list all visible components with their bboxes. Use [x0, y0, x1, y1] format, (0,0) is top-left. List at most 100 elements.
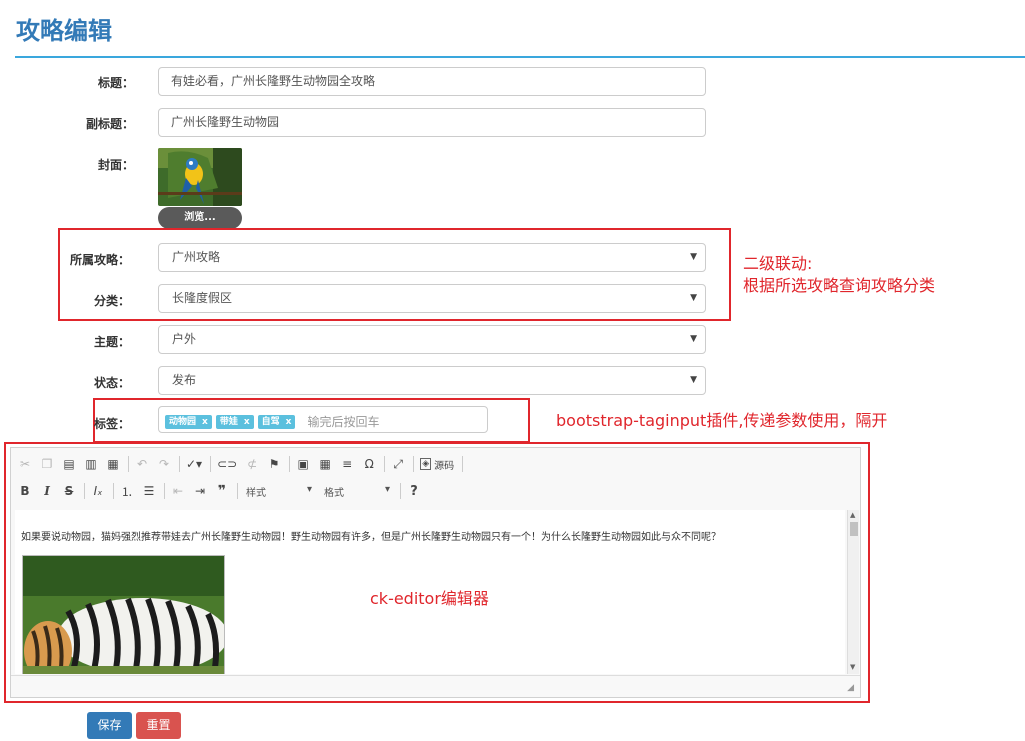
scroll-up-icon[interactable]: ▲ — [850, 511, 855, 519]
theme-select-value: 户外 — [172, 332, 197, 346]
ckeditor-annotation: ck-editor编辑器 — [370, 589, 489, 608]
toolbar-separator — [113, 483, 114, 499]
cut-icon[interactable]: ✂ — [16, 454, 34, 474]
help-icon[interactable]: ? — [405, 481, 423, 501]
format-combo[interactable]: 格式 ▾ — [320, 484, 394, 499]
toolbar-separator — [289, 456, 291, 472]
editor-scrollbar[interactable]: ▲ ▼ — [847, 510, 859, 674]
caret-down-icon: ▼ — [690, 252, 697, 262]
toolbar-separator — [128, 456, 129, 472]
undo-icon[interactable]: ↶ — [133, 454, 151, 474]
source-button[interactable]: ◈ 源码 — [418, 454, 456, 474]
link-icon[interactable]: ⊂⊃ — [215, 454, 239, 474]
caret-down-icon: ▼ — [690, 293, 697, 303]
scroll-down-icon[interactable]: ▼ — [850, 663, 855, 671]
cascade-annotation-line1: 二级联动: — [743, 254, 813, 273]
subtitle-label: 副标题： — [85, 117, 134, 131]
cover-label: 封面： — [97, 158, 134, 172]
tag-chip: 带娃 x — [215, 414, 254, 429]
zebra-image — [22, 555, 225, 674]
editor-status-bar: ◢ — [11, 675, 860, 697]
unlink-icon[interactable]: ⊄ — [243, 454, 261, 474]
editor-paragraph: 如果要说动物园，猫妈强烈推荐带娃去广州长隆野生动物园！野生动物园有许多，但是广州… — [21, 532, 721, 543]
scrollbar-thumb[interactable] — [850, 522, 858, 536]
toolbar-separator — [179, 456, 180, 472]
tag-chip: 动物园 x — [165, 414, 212, 429]
caret-down-icon: ▼ — [690, 334, 697, 344]
redo-icon[interactable]: ↷ — [155, 454, 173, 474]
guide-select-value: 广州攻略 — [172, 250, 221, 264]
image-icon[interactable]: ▣ — [294, 454, 312, 474]
reset-button[interactable]: 重置 — [136, 712, 181, 739]
tag-chip: 自驾 x — [257, 414, 296, 429]
cascade-annotation-line2: 根据所选攻略查询攻略分类 — [743, 276, 936, 295]
category-select[interactable]: 长隆度假区 ▼ — [158, 284, 706, 313]
special-char-icon[interactable]: Ω — [360, 454, 378, 474]
blockquote-icon[interactable]: ❞ — [213, 481, 231, 501]
paste-word-icon[interactable]: ▦ — [104, 454, 122, 474]
editor-toolbar-row-2: B I S Iₓ ⒈ ☰ ⇤ ⇥ ❞ 样式 ▾ 格式 ▾ ? — [16, 480, 427, 502]
maximize-icon[interactable]: ⤢ — [389, 454, 407, 474]
title-input[interactable]: 有娃必看，广州长隆野生动物园全攻略 — [158, 67, 706, 96]
chevron-down-icon: ▾ — [384, 483, 390, 495]
toolbar-separator — [384, 456, 386, 472]
taginput-annotation: bootstrap-taginput插件,传递参数使用，隔开 — [556, 411, 888, 430]
paste-icon[interactable]: ▤ — [60, 454, 78, 474]
toolbar-separator — [400, 483, 401, 499]
toolbar-separator — [210, 456, 212, 472]
anchor-flag-icon[interactable]: ⚑ — [265, 454, 283, 474]
paste-text-icon[interactable]: ▥ — [82, 454, 100, 474]
category-label: 分类： — [93, 294, 130, 308]
guide-label: 所属攻略： — [69, 253, 130, 267]
browse-button[interactable]: 浏览... — [158, 207, 242, 229]
toolbar-separator — [462, 456, 464, 472]
rich-text-editor: ✂ ❐ ▤ ▥ ▦ ↶ ↷ ✓▾ ⊂⊃ ⊄ ⚑ ▣ ▦ ≡ Ω ⤢ ◈ 源码 B … — [10, 447, 861, 698]
horizontal-line-icon[interactable]: ≡ — [338, 454, 356, 474]
format-combo-label: 格式 — [324, 487, 344, 499]
status-label: 状态： — [93, 376, 130, 390]
toolbar-separator — [413, 456, 415, 472]
tags-input[interactable]: 动物园 x 带娃 x 自驾 x 输完后按回车 — [158, 406, 488, 433]
style-combo-label: 样式 — [246, 487, 266, 499]
status-select-value: 发布 — [172, 373, 197, 387]
toolbar-separator — [164, 483, 165, 499]
numbered-list-icon[interactable]: ⒈ — [118, 481, 136, 501]
cover-image — [158, 148, 242, 206]
bold-icon[interactable]: B — [16, 481, 34, 501]
theme-select[interactable]: 户外 ▼ — [158, 325, 706, 354]
subtitle-input[interactable]: 广州长隆野生动物园 — [158, 108, 706, 137]
save-button[interactable]: 保存 — [87, 712, 132, 739]
table-icon[interactable]: ▦ — [316, 454, 334, 474]
guide-select[interactable]: 广州攻略 ▼ — [158, 243, 706, 272]
spellcheck-icon[interactable]: ✓▾ — [184, 454, 204, 474]
tag-remove-icon[interactable]: x — [244, 417, 250, 427]
theme-label: 主题： — [93, 335, 130, 349]
category-select-value: 长隆度假区 — [172, 291, 233, 305]
strikethrough-icon[interactable]: S — [60, 481, 78, 501]
tags-label: 标签： — [93, 417, 130, 431]
toolbar-separator — [237, 483, 238, 499]
tag-remove-icon[interactable]: x — [202, 417, 208, 427]
indent-icon[interactable]: ⇥ — [191, 481, 209, 501]
outdent-icon[interactable]: ⇤ — [169, 481, 187, 501]
tag-remove-icon[interactable]: x — [286, 417, 292, 427]
tag-text-input[interactable]: 输完后按回车 — [307, 413, 379, 430]
tag-chip-label: 自驾 — [261, 416, 280, 427]
style-combo[interactable]: 样式 ▾ — [242, 484, 316, 499]
remove-format-icon[interactable]: Iₓ — [89, 481, 107, 501]
title-label: 标题： — [97, 76, 134, 90]
bulleted-list-icon[interactable]: ☰ — [140, 481, 158, 501]
italic-icon[interactable]: I — [38, 481, 56, 501]
resize-grip-icon[interactable]: ◢ — [847, 683, 854, 693]
caret-down-icon: ▼ — [690, 375, 697, 385]
page-title: 攻略编辑 — [16, 17, 112, 45]
toolbar-separator — [84, 483, 85, 499]
source-label: 源码 — [434, 460, 455, 472]
editor-toolbar-row-1: ✂ ❐ ▤ ▥ ▦ ↶ ↷ ✓▾ ⊂⊃ ⊄ ⚑ ▣ ▦ ≡ Ω ⤢ ◈ 源码 — [16, 453, 467, 475]
copy-icon[interactable]: ❐ — [38, 454, 56, 474]
title-divider — [15, 56, 1025, 58]
tag-chip-label: 动物园 — [169, 416, 197, 427]
tag-chip-label: 带娃 — [219, 416, 238, 427]
status-select[interactable]: 发布 ▼ — [158, 366, 706, 395]
chevron-down-icon: ▾ — [306, 483, 312, 495]
